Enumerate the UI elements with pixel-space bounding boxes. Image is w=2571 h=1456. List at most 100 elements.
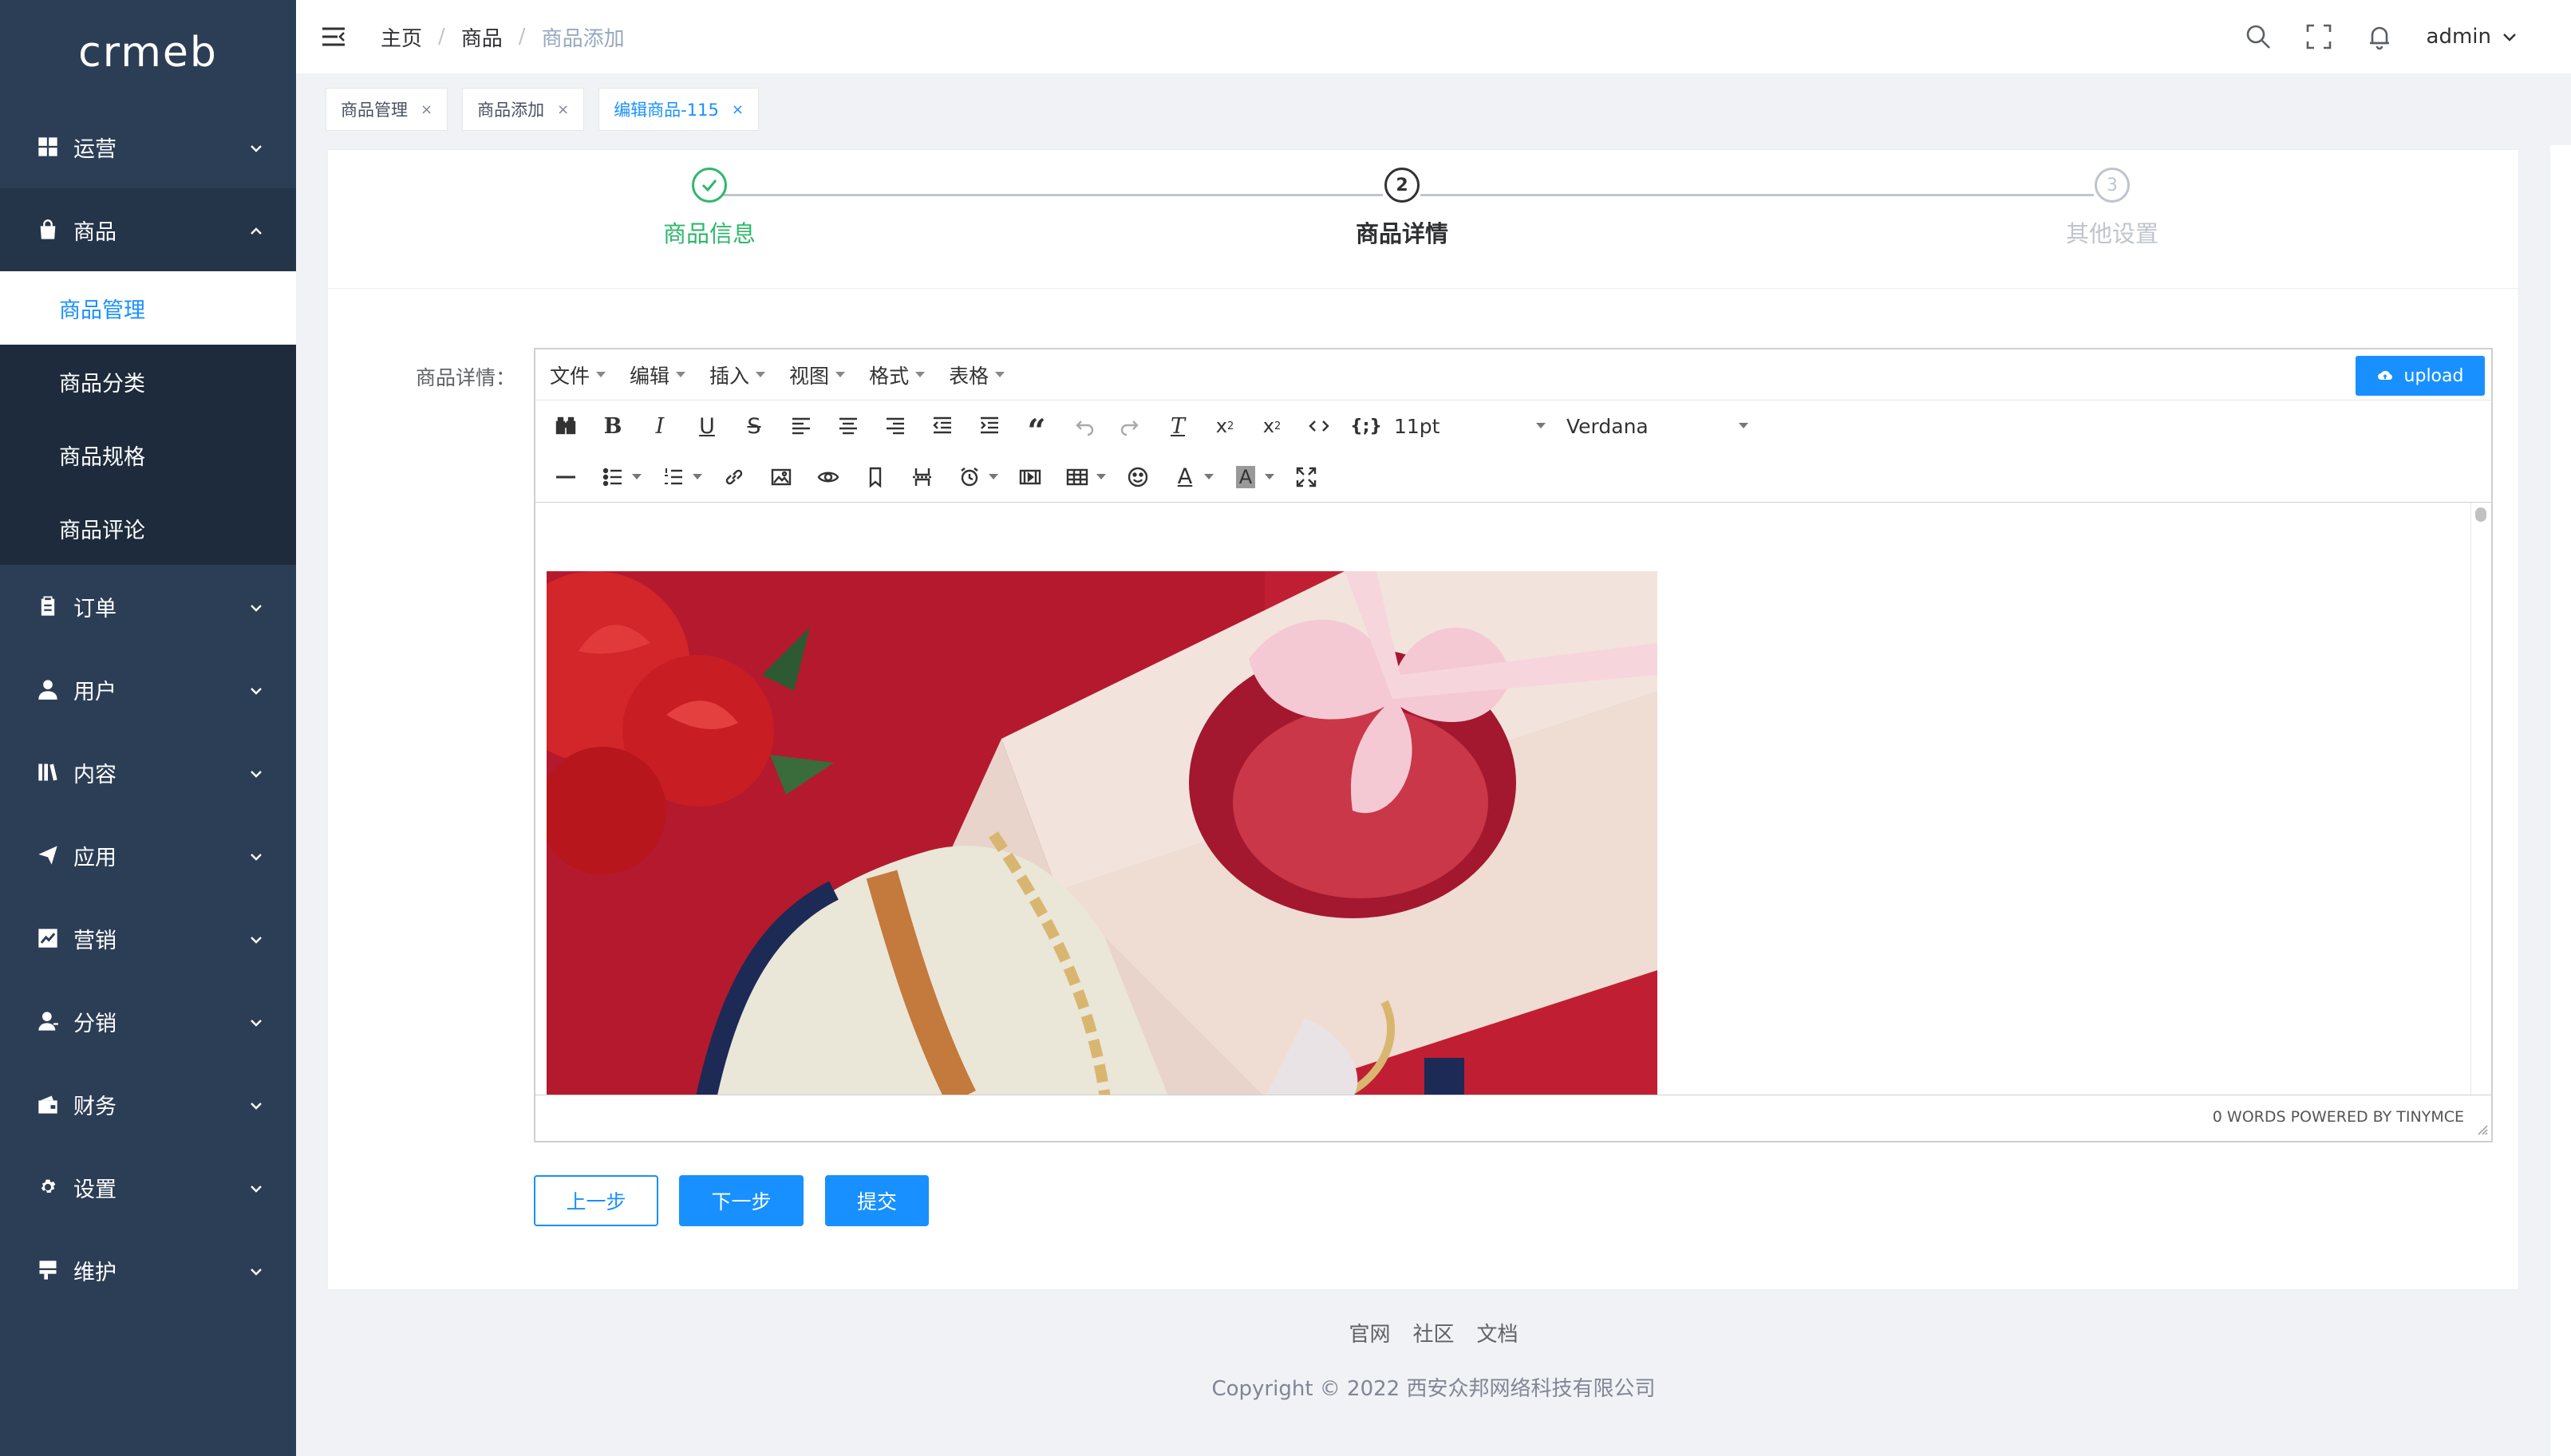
resize-handle-icon[interactable]	[2475, 1123, 2488, 1135]
italic-icon[interactable]: I	[641, 407, 679, 445]
text-color-icon[interactable]: A	[1166, 458, 1204, 496]
tab-product-manage[interactable]: 商品管理 ×	[326, 88, 448, 131]
prev-step-button[interactable]: 上一步	[534, 1175, 658, 1226]
page-break-icon[interactable]	[903, 458, 942, 496]
sidebar-item-marketing[interactable]: 营销	[0, 897, 296, 980]
footer-link-docs[interactable]: 文档	[1477, 1318, 1519, 1347]
editor-content[interactable]	[535, 503, 2491, 1095]
page-scrollbar[interactable]	[2550, 145, 2571, 1456]
sidebar-item-distribution[interactable]: 分销	[0, 980, 296, 1063]
image-icon[interactable]	[762, 458, 800, 496]
upload-button[interactable]: upload	[2356, 356, 2485, 396]
sidebar-subitem-product-spec[interactable]: 商品规格	[0, 418, 296, 491]
chevron-down-icon	[248, 137, 264, 153]
tab-edit-product[interactable]: 编辑商品-115 ×	[598, 88, 759, 131]
undo-icon[interactable]	[1064, 407, 1103, 445]
sidebar: crmeb 运营 商品 商品管理 商品分类 商品规格 商品评论 订单 用户 内容…	[0, 0, 296, 1456]
sidebar-item-order[interactable]: 订单	[0, 565, 296, 648]
menu-view[interactable]: 视图	[789, 361, 846, 389]
chevron-down-icon	[248, 1012, 264, 1028]
tab-product-add[interactable]: 商品添加 ×	[462, 88, 585, 131]
user-dropdown[interactable]: admin	[2427, 25, 2518, 49]
sidebar-item-content[interactable]: 内容	[0, 731, 296, 814]
cloud-upload-icon	[2377, 370, 2392, 381]
caret-down-icon[interactable]	[989, 474, 998, 479]
emoticon-icon[interactable]	[1119, 458, 1157, 496]
align-right-icon[interactable]	[876, 407, 914, 445]
caret-down-icon[interactable]	[1096, 474, 1106, 479]
font-size-select[interactable]: 11pt	[1394, 407, 1546, 445]
close-icon[interactable]: ×	[732, 101, 744, 118]
background-color-icon[interactable]: A	[1226, 458, 1265, 496]
breadcrumb-product[interactable]: 商品	[461, 22, 503, 52]
sidebar-item-finance[interactable]: 财务	[0, 1063, 296, 1146]
sidebar-subitem-product-review[interactable]: 商品评论	[0, 491, 296, 565]
outdent-icon[interactable]	[923, 407, 962, 445]
caret-down-icon[interactable]	[1265, 474, 1274, 479]
sidebar-item-label: 订单	[73, 596, 117, 621]
fullscreen-icon[interactable]	[2305, 23, 2332, 50]
align-center-icon[interactable]	[829, 407, 867, 445]
code-icon[interactable]	[1300, 407, 1338, 445]
editor-scrollbar[interactable]	[2470, 503, 2491, 1095]
step-product-info[interactable]: 商品信息	[590, 168, 829, 249]
find-replace-icon[interactable]	[547, 407, 585, 445]
bell-icon[interactable]	[2366, 23, 2393, 50]
menu-insert[interactable]: 插入	[709, 361, 766, 389]
fullscreen-editor-icon[interactable]	[1287, 458, 1325, 496]
next-step-button[interactable]: 下一步	[679, 1175, 804, 1226]
bold-icon[interactable]: B	[594, 407, 632, 445]
caret-down-icon[interactable]	[693, 474, 702, 479]
grid-icon	[37, 136, 59, 158]
preview-icon[interactable]	[809, 458, 847, 496]
indent-icon[interactable]	[970, 407, 1009, 445]
username: admin	[2426, 25, 2491, 49]
product-detail-image[interactable]	[547, 571, 1657, 1095]
search-icon[interactable]	[2245, 23, 2272, 50]
link-icon[interactable]	[715, 458, 753, 496]
redo-icon[interactable]	[1112, 407, 1150, 445]
table-icon[interactable]	[1058, 458, 1096, 496]
step-other-settings[interactable]: 3 其他设置	[1992, 168, 2232, 249]
bookmark-icon[interactable]	[856, 458, 895, 496]
menu-format[interactable]: 格式	[869, 361, 926, 389]
close-icon[interactable]: ×	[557, 101, 569, 118]
sidebar-item-settings[interactable]: 设置	[0, 1146, 296, 1229]
horizontal-rule-icon[interactable]	[547, 458, 585, 496]
footer-link-community[interactable]: 社区	[1412, 1318, 1454, 1347]
close-icon[interactable]: ×	[421, 101, 432, 118]
code-sample-icon[interactable]: {;}	[1347, 407, 1385, 445]
sidebar-item-maintenance[interactable]: 维护	[0, 1229, 296, 1312]
strikethrough-icon[interactable]: S	[735, 407, 773, 445]
media-icon[interactable]	[1011, 458, 1049, 496]
sidebar-subitem-product-category[interactable]: 商品分类	[0, 345, 296, 418]
alarm-clock-icon[interactable]	[950, 458, 989, 496]
superscript-icon[interactable]: x2	[1253, 407, 1291, 445]
underline-icon[interactable]: U	[688, 407, 726, 445]
sidebar-item-label: 营销	[73, 928, 117, 953]
step-product-detail[interactable]: 2 商品详情	[1282, 168, 1522, 249]
align-left-icon[interactable]	[782, 407, 820, 445]
footer-link-official[interactable]: 官网	[1349, 1318, 1390, 1347]
menu-edit[interactable]: 编辑	[630, 361, 686, 389]
submit-button[interactable]: 提交	[825, 1175, 929, 1226]
sidebar-item-user[interactable]: 用户	[0, 648, 296, 731]
caret-down-icon[interactable]	[632, 474, 642, 479]
sidebar-item-product[interactable]: 商品	[0, 188, 296, 271]
sidebar-item-operation[interactable]: 运营	[0, 105, 296, 188]
menu-table[interactable]: 表格	[949, 361, 1005, 389]
caret-down-icon[interactable]	[1204, 474, 1214, 479]
menu-file[interactable]: 文件	[550, 361, 606, 389]
menu-collapse-icon[interactable]	[320, 23, 347, 50]
sidebar-item-app[interactable]: 应用	[0, 814, 296, 897]
scrollbar-thumb[interactable]	[2475, 507, 2486, 522]
breadcrumb-separator: /	[438, 25, 445, 49]
numbered-list-icon[interactable]	[654, 458, 693, 496]
font-family-select[interactable]: Verdana	[1566, 407, 1748, 445]
blockquote-icon[interactable]: “	[1017, 407, 1056, 448]
breadcrumb-home[interactable]: 主页	[381, 22, 422, 52]
subscript-icon[interactable]: x2	[1206, 407, 1244, 445]
bullet-list-icon[interactable]	[594, 458, 632, 496]
sidebar-subitem-product-manage[interactable]: 商品管理	[0, 271, 296, 345]
clear-format-icon[interactable]: T	[1159, 407, 1197, 445]
